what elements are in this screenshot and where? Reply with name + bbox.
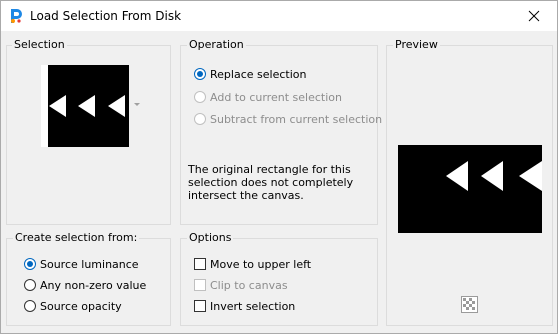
checkbox[interactable] <box>194 258 206 270</box>
paintshop-app-icon <box>11 9 22 23</box>
radio-button[interactable] <box>194 113 206 125</box>
window-title: Load Selection From Disk <box>30 9 182 23</box>
radio-button[interactable] <box>24 300 36 312</box>
selection-group-label: Selection <box>12 38 67 51</box>
move-to-upper-left-label: Move to upper left <box>210 258 312 271</box>
close-icon <box>528 10 540 22</box>
checkbox[interactable] <box>194 300 206 312</box>
create-selection-from-label: Create selection from: <box>13 231 140 244</box>
transparency-checker-icon[interactable] <box>461 296 478 313</box>
selection-thumbnail-image <box>48 65 129 147</box>
source-luminance-label: Source luminance <box>40 258 139 271</box>
close-button[interactable] <box>511 1 557 31</box>
radio-button[interactable] <box>194 68 206 80</box>
source-opacity-label: Source opacity <box>40 300 122 313</box>
preview-group-label: Preview <box>393 38 440 51</box>
preview-canvas <box>398 145 542 233</box>
replace-selection-label: Replace selection <box>210 68 307 81</box>
preview-image <box>446 161 542 191</box>
invert-selection-label: Invert selection <box>210 300 296 313</box>
subtract-from-selection-label: Subtract from current selection <box>210 113 383 126</box>
dialog-window: Load Selection From Disk Selection Opera… <box>0 0 558 334</box>
checkbox[interactable] <box>194 279 206 291</box>
operation-group-label: Operation <box>187 38 246 51</box>
radio-button[interactable] <box>24 279 36 291</box>
selection-thumbnail-dropdown[interactable] <box>41 65 129 147</box>
radio-button[interactable] <box>24 258 36 270</box>
chevron-down-icon[interactable] <box>134 103 140 107</box>
clip-to-canvas-label: Clip to canvas <box>210 279 288 292</box>
radio-button[interactable] <box>194 91 206 103</box>
options-group-label: Options <box>187 231 234 244</box>
selection-warning-text: The original rectangle for this selectio… <box>188 163 354 202</box>
add-to-selection-label: Add to current selection <box>210 91 342 104</box>
any-non-zero-value-label: Any non-zero value <box>40 279 147 292</box>
title-bar[interactable]: Load Selection From Disk <box>1 1 557 31</box>
